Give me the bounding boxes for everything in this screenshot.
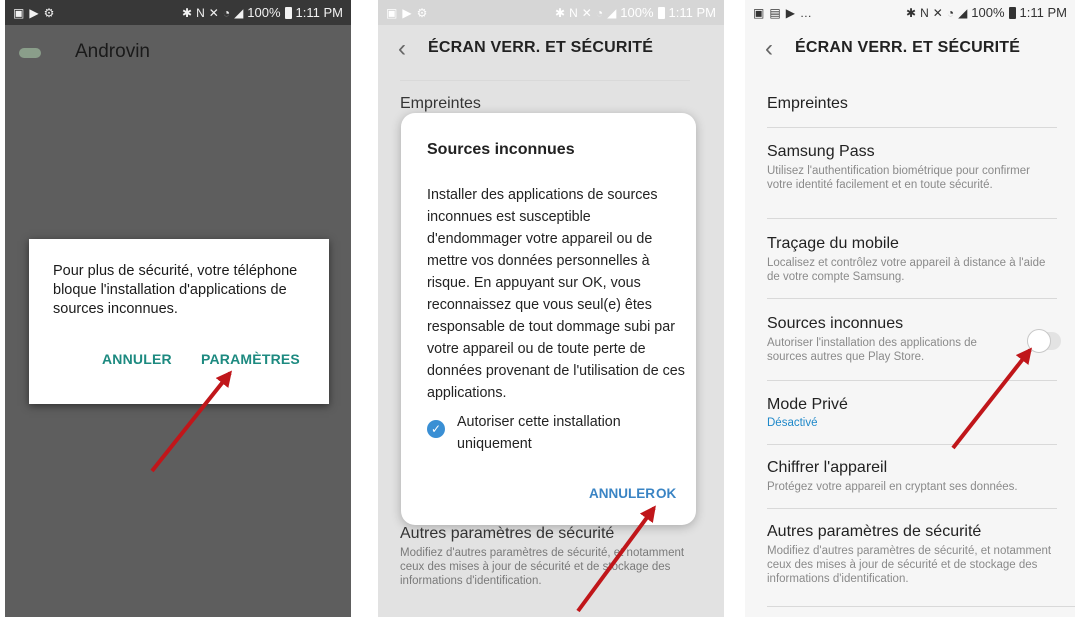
item-subtitle: Autoriser l'installation des application… (767, 337, 977, 363)
battery-percent: 100% (620, 5, 654, 20)
divider (767, 508, 1057, 509)
battery-icon (1008, 6, 1016, 19)
battery-percent: 100% (971, 5, 1005, 20)
item-value: Désactivé (767, 417, 818, 429)
screen-unknown-sources-dialog: ▣ ▶ ⚙ ✱ N ✕ ◔ ◢ 100% 1:11 PM ‹ ÉCRAN VER… (378, 0, 724, 617)
screen-app-dialog: ▣ ▶ ⚙ ✱ N ✕ ◔ ◢ 100% 1:11 PM Androvin Po… (5, 0, 351, 617)
item-subtitle: Modifiez d'autres paramètres de sécurité… (400, 547, 685, 587)
bluetooth-icon: ✱ (182, 5, 193, 20)
allow-once-label[interactable]: Autoriser cette installation uniquement (457, 411, 657, 455)
divider (767, 127, 1057, 128)
item-title: Traçage du mobile (767, 235, 899, 252)
sync-notification-icon: ⚙ (416, 5, 428, 20)
settings-item-other-security[interactable]: Autres paramètres de sécurité Modifiez d… (767, 523, 1057, 586)
mute-icon: ✕ (581, 5, 592, 20)
item-title: Empreintes (400, 95, 481, 112)
item-title: Chiffrer l'appareil (767, 459, 888, 476)
header: ‹ ÉCRAN VERR. ET SÉCURITÉ (378, 25, 724, 75)
item-title: Sources inconnues (767, 315, 904, 332)
battery-percent: 100% (247, 5, 281, 20)
check-icon[interactable]: ✓ (427, 420, 445, 438)
item-subtitle: Utilisez l'authentification biométrique … (767, 165, 1030, 191)
wifi-icon: ◔ (222, 5, 231, 20)
divider (767, 298, 1057, 299)
item-subtitle: Modifiez d'autres paramètres de sécurité… (767, 545, 1052, 585)
mute-icon: ✕ (932, 5, 943, 20)
mute-icon: ✕ (208, 5, 219, 20)
settings-item-fingerprints[interactable]: Empreintes (767, 95, 1067, 113)
item-title: Samsung Pass (767, 143, 875, 160)
settings-item-find-mobile[interactable]: Traçage du mobile Localisez et contrôlez… (767, 235, 1052, 284)
nfc-icon: N (196, 5, 205, 20)
cancel-button[interactable]: ANNULER (589, 486, 655, 501)
page-title: ÉCRAN VERR. ET SÉCURITÉ (428, 39, 654, 56)
divider (767, 218, 1057, 219)
bluetooth-icon: ✱ (906, 5, 917, 20)
play-notification-icon: ▶ (402, 5, 412, 20)
cancel-button[interactable]: ANNULER (102, 351, 172, 367)
page-title: ÉCRAN VERR. ET SÉCURITÉ (795, 39, 1021, 56)
play-notification-icon: ▶ (29, 5, 39, 20)
item-title: Mode Privé (767, 396, 848, 413)
nfc-icon: N (920, 5, 929, 20)
signal-icon: ◢ (958, 5, 968, 20)
divider (767, 380, 1057, 381)
signal-icon: ◢ (607, 5, 617, 20)
image-notification-icon: ▣ (13, 5, 25, 20)
back-icon[interactable]: ‹ (398, 35, 406, 63)
header: ‹ ÉCRAN VERR. ET SÉCURITÉ (745, 25, 1075, 75)
settings-item-other-security[interactable]: Autres paramètres de sécurité Modifiez d… (400, 525, 695, 588)
sync-notification-icon: ⚙ (43, 5, 55, 20)
dialog-title: Sources inconnues (427, 141, 575, 158)
unknown-sources-dialog: Sources inconnues Installer des applicat… (401, 113, 696, 525)
status-time: 1:11 PM (1019, 5, 1067, 20)
blocked-install-dialog: Pour plus de sécurité, votre téléphone b… (29, 239, 329, 404)
wifi-icon: ◔ (946, 5, 955, 20)
more-notifications-icon: … (799, 5, 812, 20)
divider (767, 606, 1075, 607)
settings-item-unknown-sources[interactable]: Sources inconnues Autoriser l'installati… (767, 315, 1012, 364)
item-title: Autres paramètres de sécurité (400, 525, 615, 542)
battery-icon (284, 6, 292, 19)
app-title: Androvin (75, 41, 150, 62)
dialog-message: Installer des applications de sources in… (427, 187, 685, 401)
item-title: Empreintes (767, 95, 848, 112)
play-notification-icon: ▶ (785, 5, 795, 20)
image-notification-icon: ▣ (386, 5, 398, 20)
app-logo-icon (19, 48, 41, 58)
wifi-icon: ◔ (595, 5, 604, 20)
item-subtitle: Protégez votre appareil en cryptant ses … (767, 481, 1018, 493)
divider (767, 444, 1057, 445)
status-time: 1:11 PM (295, 5, 343, 20)
settings-item-encrypt-device[interactable]: Chiffrer l'appareil Protégez votre appar… (767, 459, 1067, 494)
status-bar: ▣ ▶ ⚙ ✱ N ✕ ◔ ◢ 100% 1:11 PM (378, 0, 724, 25)
screen-security-settings: ▣ ▤ ▶ … ✱ N ✕ ◔ ◢ 100% 1:11 PM ‹ ÉCRAN V… (745, 0, 1075, 617)
settings-item-private-mode[interactable]: Mode Privé Désactivé (767, 396, 1067, 429)
item-title: Autres paramètres de sécurité (767, 523, 982, 540)
settings-item-fingerprints[interactable]: Empreintes (400, 95, 700, 113)
bluetooth-icon: ✱ (555, 5, 566, 20)
status-bar: ▣ ▶ ⚙ ✱ N ✕ ◔ ◢ 100% 1:11 PM (5, 0, 351, 25)
signal-icon: ◢ (234, 5, 244, 20)
image-notification-icon: ▣ (753, 5, 765, 20)
settings-item-samsung-pass[interactable]: Samsung Pass Utilisez l'authentification… (767, 143, 1047, 192)
divider (400, 80, 690, 81)
item-subtitle: Localisez et contrôlez votre appareil à … (767, 257, 1046, 283)
dialog-message: Pour plus de sécurité, votre téléphone b… (53, 263, 298, 317)
message-notification-icon: ▤ (769, 5, 781, 20)
status-time: 1:11 PM (668, 5, 716, 20)
nfc-icon: N (569, 5, 578, 20)
settings-button[interactable]: PARAMÈTRES (201, 351, 300, 367)
app-bar: Androvin (5, 25, 351, 81)
status-bar: ▣ ▤ ▶ … ✱ N ✕ ◔ ◢ 100% 1:11 PM (745, 0, 1075, 25)
back-icon[interactable]: ‹ (765, 35, 773, 63)
battery-icon (657, 6, 665, 19)
ok-button[interactable]: OK (656, 486, 676, 501)
toggle-knob[interactable] (1027, 329, 1051, 353)
